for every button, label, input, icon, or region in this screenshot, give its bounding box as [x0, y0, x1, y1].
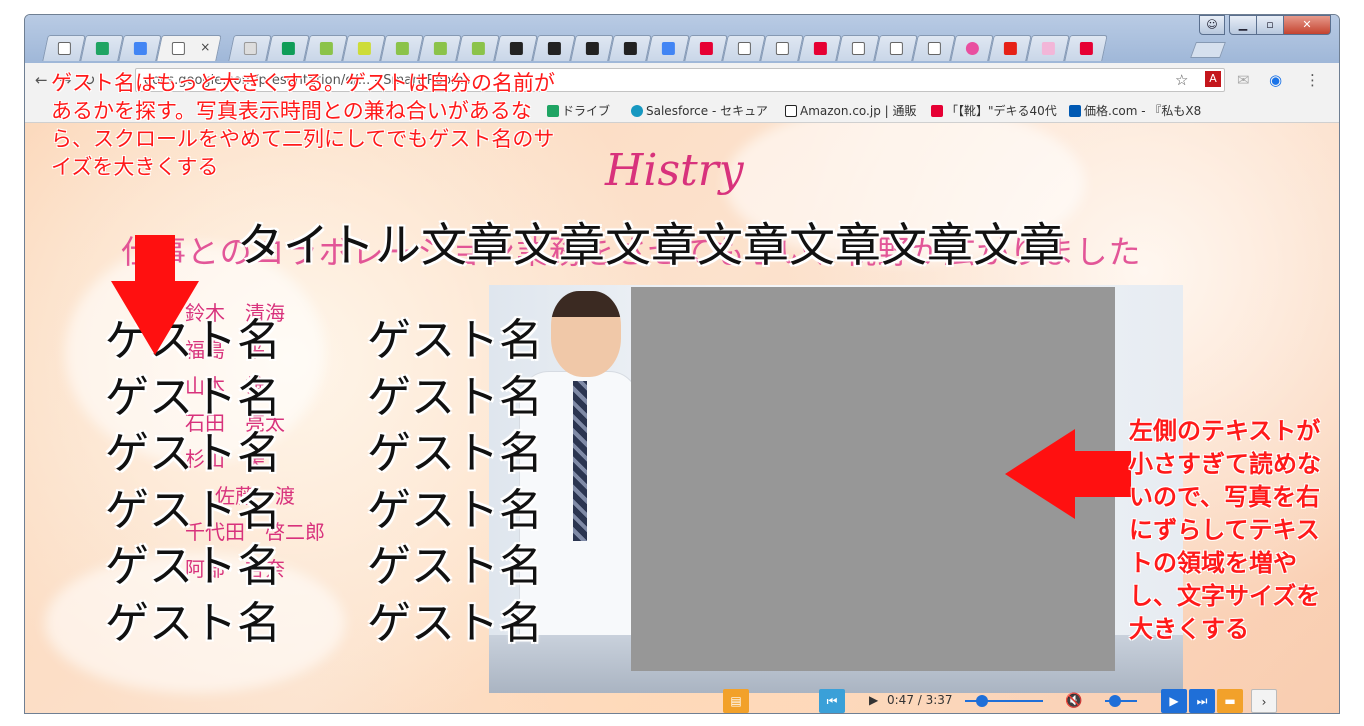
close-tab-icon[interactable]: ×	[200, 40, 210, 54]
acrobat-icon[interactable]: A	[1205, 71, 1221, 87]
tab[interactable]	[722, 35, 766, 61]
annotation-right-note: 左側のテキストが小さすぎて読めないので、写真を右にずらしてテキストの領域を増やし…	[1129, 417, 1321, 643]
close-window-button[interactable]: ✕	[1283, 15, 1331, 35]
salesforce-icon	[631, 105, 643, 117]
comment-button[interactable]: ▬	[1217, 689, 1243, 713]
tab[interactable]	[874, 35, 918, 61]
bookmark-label: 価格.com - 『私もX8	[1084, 104, 1202, 118]
guest-name: ゲスト名	[367, 541, 543, 592]
tab[interactable]	[912, 35, 956, 61]
extension-icon[interactable]: ◉	[1269, 71, 1282, 89]
bookmark-amazon[interactable]: Amazon.co.jp | 通販	[785, 102, 916, 119]
extension-icon[interactable]: ✉	[1237, 71, 1250, 89]
tab[interactable]	[42, 35, 86, 61]
bookmark-salesforce[interactable]: Salesforce - セキュア	[631, 102, 768, 119]
back-icon[interactable]: ←	[35, 71, 48, 89]
minimize-button[interactable]: ▁	[1229, 15, 1257, 35]
mute-icon[interactable]: 🔇	[1065, 693, 1082, 709]
play-button[interactable]: ▶	[1161, 689, 1187, 713]
kakaku-icon	[1069, 105, 1081, 117]
tab-active[interactable]: ×	[156, 35, 222, 61]
menu-icon[interactable]: ⋮	[1305, 71, 1320, 89]
tab[interactable]	[608, 35, 652, 61]
play-icon[interactable]: ▶	[869, 693, 878, 707]
guest-name: ゲスト名	[367, 484, 543, 536]
red-arrow-left-icon	[1005, 429, 1131, 519]
next-button[interactable]: ⏭	[1189, 689, 1215, 713]
guest-name: ゲスト名	[367, 597, 543, 649]
guest-name: ゲスト名	[105, 541, 281, 592]
bookmark-kakaku[interactable]: 価格.com - 『私もX8	[1069, 102, 1201, 119]
tab[interactable]	[760, 35, 804, 61]
volume-knob[interactable]	[1108, 695, 1121, 707]
guest-name: ゲスト名	[105, 428, 281, 479]
tab[interactable]	[380, 35, 424, 61]
slide-title: タイトル文章文章文章文章文章文章文章	[237, 218, 1065, 272]
tab[interactable]	[684, 35, 728, 61]
browser-window: × ☺ ▁ ▫ ✕ ← → ↻ docs.google.com/presenta…	[24, 14, 1340, 714]
tab-strip: × ☺ ▁ ▫ ✕	[25, 15, 1339, 63]
time-display: 0:47 / 3:37	[887, 693, 953, 707]
tab[interactable]	[304, 35, 348, 61]
slide-logo: Histry	[605, 145, 744, 196]
previous-button[interactable]: ⏮	[819, 689, 845, 713]
tab[interactable]	[266, 35, 310, 61]
amazon-icon	[785, 105, 797, 117]
annotation-top-note: ゲスト名はもっと大きくする。ゲストは自分の名前があるかを探す。写真表示時間との兼…	[51, 71, 555, 179]
yahoo-icon	[931, 105, 943, 117]
guest-name: ゲスト名	[105, 597, 281, 649]
tab[interactable]	[950, 35, 994, 61]
new-tab-button[interactable]	[1190, 42, 1226, 58]
tab[interactable]	[456, 35, 500, 61]
tab[interactable]	[80, 35, 124, 61]
tab[interactable]	[118, 35, 162, 61]
guest-name-grid: ゲスト名 ゲスト名 ゲスト名 ゲスト名 ゲスト名 ゲスト名 ゲスト名 ゲスト名 …	[105, 313, 597, 652]
tab[interactable]	[418, 35, 462, 61]
guest-name: ゲスト名	[105, 484, 281, 536]
tab[interactable]	[646, 35, 690, 61]
tab[interactable]	[836, 35, 880, 61]
bookmark-label: Salesforce - セキュア	[646, 104, 768, 118]
maximize-button[interactable]: ▫	[1256, 15, 1284, 35]
expand-button[interactable]: ›	[1251, 689, 1277, 713]
guest-name: ゲスト名	[105, 371, 281, 423]
bookmark-label: Amazon.co.jp | 通販	[800, 104, 917, 118]
tab[interactable]	[1026, 35, 1070, 61]
bookmark-star-icon[interactable]: ☆	[1175, 71, 1188, 89]
user-profile-button[interactable]: ☺	[1199, 15, 1225, 35]
guest-name: ゲスト名	[367, 428, 543, 479]
tab[interactable]	[342, 35, 386, 61]
progress-knob[interactable]	[976, 695, 989, 707]
red-arrow-down-icon	[111, 235, 199, 355]
slide-page: Histry 仕事とのコラボレーション業務をさせてもらい、視野が広がりました 鈴…	[25, 123, 1339, 713]
tab[interactable]	[988, 35, 1032, 61]
guest-name: ゲスト名	[367, 371, 543, 423]
notes-button[interactable]: ▤	[723, 689, 749, 713]
guest-name: ゲスト名	[367, 315, 543, 366]
bookmark-label: 「【靴】"デキる40代	[946, 104, 1057, 118]
player-controls: ▤ ⏮ ▶ 0:47 / 3:37 🔇 ▶ ⏭ ▬ ›	[25, 685, 1339, 713]
bookmark-yahoo[interactable]: 「【靴】"デキる40代	[931, 102, 1057, 119]
tab[interactable]	[570, 35, 614, 61]
tab[interactable]	[1064, 35, 1108, 61]
tab[interactable]	[798, 35, 842, 61]
tab[interactable]	[532, 35, 576, 61]
tab[interactable]	[228, 35, 272, 61]
tab[interactable]	[494, 35, 538, 61]
